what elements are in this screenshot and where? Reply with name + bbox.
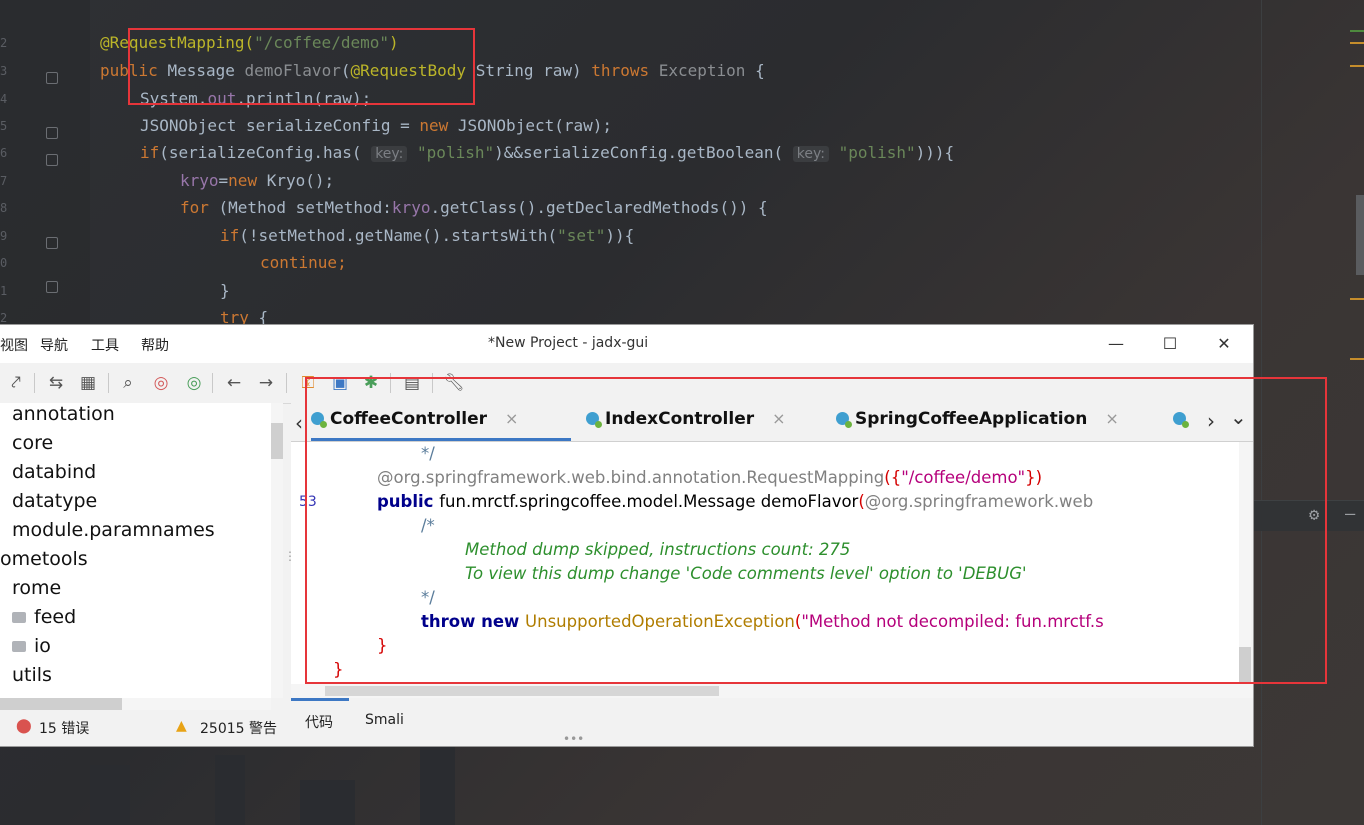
status-bar: ⬤ 15 错误 ▲ 25015 警告 — [0, 710, 291, 746]
search-class-icon[interactable]: ◎ — [149, 371, 173, 395]
tree-item-label: io — [34, 635, 51, 657]
ide-line-number: 9 — [0, 229, 8, 243]
fold-marker-icon[interactable] — [46, 154, 58, 166]
minimize-panel-icon[interactable]: — — [1345, 504, 1355, 524]
fold-marker-icon[interactable] — [46, 127, 58, 139]
forward-arrow-icon[interactable]: → — [254, 371, 278, 395]
tab-smali[interactable]: Smali — [365, 712, 404, 728]
ide-scrollbar[interactable] — [1356, 195, 1364, 275]
ide-code-line: } — [220, 281, 230, 300]
ide-code-line: if(!setMethod.getName().startsWith("set"… — [220, 226, 635, 245]
fold-marker-icon[interactable] — [46, 72, 58, 84]
menu-view[interactable]: 视图 — [0, 335, 28, 355]
menu-help[interactable]: 帮助 — [141, 335, 169, 355]
scroll-thumb[interactable] — [0, 698, 122, 710]
maximize-button[interactable]: ☐ — [1150, 329, 1190, 359]
toolbar-separator — [108, 373, 109, 393]
toolbar-separator — [286, 373, 287, 393]
flatten-packages-icon[interactable]: ▦ — [76, 371, 100, 395]
tree-item-label: feed — [34, 606, 77, 628]
ide-line-number: 5 — [0, 119, 8, 133]
ide-line-number: 0 — [0, 256, 8, 270]
sync-tree-icon[interactable]: ⇆ — [44, 371, 68, 395]
folder-icon — [12, 612, 26, 623]
highlight-box-requestmapping — [128, 28, 475, 105]
tree-vertical-scrollbar[interactable] — [271, 403, 283, 698]
window-title: *New Project - jadx-gui — [488, 335, 649, 351]
warning-icon: ▲ — [176, 718, 187, 734]
back-arrow-icon[interactable]: ← — [222, 371, 246, 395]
ide-code-line: kryo=new Kryo(); — [180, 171, 335, 190]
ide-code-line: if(serializeConfig.has( key: "polish")&&… — [140, 143, 955, 162]
tree-item[interactable]: datatype — [12, 490, 97, 512]
tree-item-label: utils — [12, 664, 52, 686]
active-view-indicator — [291, 698, 349, 701]
close-button[interactable]: ✕ — [1204, 329, 1244, 359]
toolbar-separator — [212, 373, 213, 393]
tree-item[interactable]: feed — [12, 606, 76, 628]
background-building — [90, 765, 130, 825]
ide-line-number: 2 — [0, 311, 8, 325]
tab-scroll-left-icon[interactable]: ‹ — [295, 411, 303, 435]
ide-line-number: 1 — [0, 284, 8, 298]
fold-marker-icon[interactable] — [46, 237, 58, 249]
tree-item-label: databind — [12, 461, 97, 483]
drag-handle-icon[interactable]: ••• — [563, 732, 584, 746]
ide-line-number: 2 — [0, 36, 8, 50]
tree-item-label: rome — [12, 577, 62, 599]
tree-item-label: annotation — [12, 403, 115, 425]
tree-item[interactable]: core — [12, 432, 53, 454]
ide-marker-warning — [1350, 298, 1364, 300]
ide-line-number: 4 — [0, 92, 8, 106]
search-usage-icon[interactable]: ◎ — [182, 371, 206, 395]
background-building — [300, 780, 355, 825]
ide-line-number: 8 — [0, 201, 8, 215]
tree-item[interactable]: rome — [12, 577, 61, 599]
tree-item[interactable]: ometools — [0, 548, 88, 570]
ide-line-number: 6 — [0, 146, 8, 160]
folder-icon — [12, 641, 26, 652]
toolbar-separator — [34, 373, 35, 393]
code-horizontal-scrollbar[interactable] — [291, 684, 1253, 698]
ide-marker-warning — [1350, 42, 1364, 44]
menu-tools[interactable]: 工具 — [91, 335, 119, 355]
menu-navigation[interactable]: 导航 — [40, 335, 68, 355]
background-building — [420, 745, 455, 825]
tree-item-label: core — [12, 432, 54, 454]
fold-marker-icon[interactable] — [46, 281, 58, 293]
error-count[interactable]: 15 错误 — [39, 718, 89, 738]
background-building — [215, 755, 245, 825]
tree-item[interactable]: module.paramnames — [12, 519, 215, 541]
ide-gutter — [0, 0, 90, 330]
ide-marker-ok — [1350, 30, 1364, 32]
highlight-box-code — [305, 377, 1327, 684]
ide-code-line: JSONObject serializeConfig = new JSONObj… — [140, 116, 613, 135]
error-icon: ⬤ — [16, 718, 32, 734]
tree-item[interactable]: io — [12, 635, 51, 657]
ide-marker-warning — [1350, 358, 1364, 360]
scroll-thumb[interactable] — [271, 423, 283, 459]
tree-item-label: module.paramnames — [12, 519, 215, 541]
minimize-button[interactable]: — — [1096, 329, 1136, 359]
tree-item[interactable]: annotation — [12, 403, 115, 425]
tree-item[interactable]: utils — [12, 664, 52, 686]
search-icon[interactable]: ⌕ — [116, 371, 140, 395]
package-tree: annotation core databind datatype module.par… — [0, 403, 271, 698]
ide-line-number: 3 — [0, 64, 8, 78]
title-bar: 视图 导航 工具 帮助 *New Project - jadx-gui — ☐ … — [0, 325, 1253, 363]
ide-code-line: for (Method setMethod:kryo.getClass().ge… — [180, 198, 768, 217]
tree-item-label: ometools — [0, 548, 88, 570]
tree-item-label: datatype — [12, 490, 98, 512]
tree-item[interactable]: databind — [12, 461, 96, 483]
ide-line-number: 7 — [0, 174, 8, 188]
tab-code[interactable]: 代码 — [305, 712, 333, 732]
scroll-thumb[interactable] — [325, 686, 719, 696]
export-icon[interactable]: ⤤ — [4, 371, 28, 395]
pane-splitter[interactable]: ⋮ — [283, 403, 296, 715]
tree-horizontal-scrollbar[interactable] — [0, 698, 271, 710]
view-mode-tabs: 代码 Smali ••• — [291, 698, 1253, 746]
warning-count[interactable]: 25015 警告 — [200, 718, 277, 738]
ide-marker-warning — [1350, 65, 1364, 67]
ide-code-line: continue; — [260, 253, 347, 272]
